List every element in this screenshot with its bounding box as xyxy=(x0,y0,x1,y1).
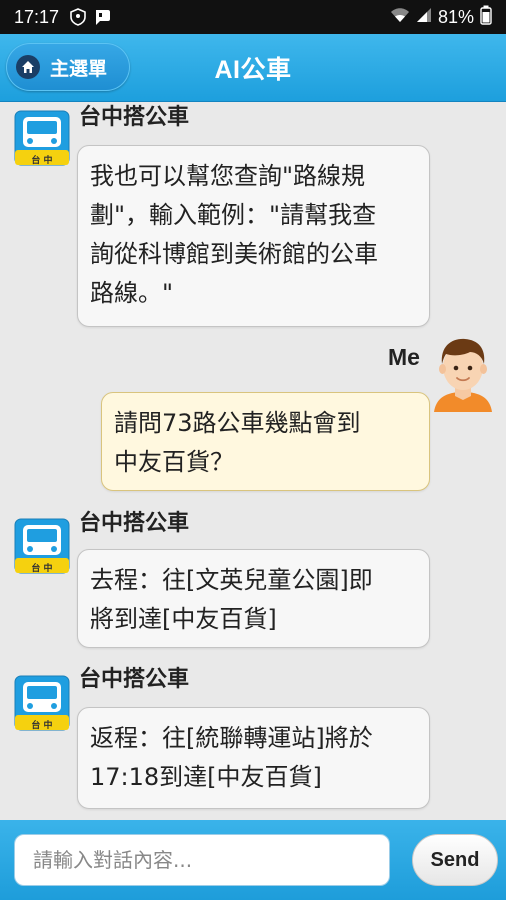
user-name: Me xyxy=(388,344,420,370)
bot-message-bubble: 去程：往[文英兒童公園]即 將到達[中友百貨] xyxy=(77,549,430,648)
bot-name: 台中搭公車 xyxy=(79,667,190,692)
message-input[interactable] xyxy=(14,834,390,886)
bus-avatar-icon: 台 中 xyxy=(14,110,70,166)
user-message-bubble: 請問73路公車幾點會到 中友百貨？ xyxy=(101,392,430,491)
message-line: 我也可以幫您查詢"路線規 xyxy=(90,162,366,190)
message-line: 去程：往[文英兒童公園]即 xyxy=(90,566,373,594)
bot-name: 台中搭公車 xyxy=(79,511,190,536)
page-title: AI公車 xyxy=(214,56,292,84)
shield-icon xyxy=(69,8,87,26)
wifi-icon xyxy=(390,7,410,28)
message-line: 返程：往[統聯轉運站]將於 xyxy=(90,724,373,752)
battery-percent: 81% xyxy=(437,6,474,27)
status-time: 17:17 xyxy=(14,6,60,27)
bus-avatar-icon: 台 中 xyxy=(14,675,70,731)
chat-notification-icon xyxy=(93,8,111,26)
bot-message-bubble: 返程：往[統聯轉運站]將於 17:18到達[中友百貨] xyxy=(77,707,430,809)
bus-avatar-label: 台 中 xyxy=(31,721,53,731)
chat-area[interactable]: 台 中 台中搭公車 我也可以幫您查詢"路線規 劃"，輸入範例："請幫我查 詢從科… xyxy=(0,102,506,820)
bot-name: 台中搭公車 xyxy=(79,105,190,130)
message-line: 請問73路公車幾點會到 xyxy=(114,409,361,437)
bot-message-bubble: 我也可以幫您查詢"路線規 劃"，輸入範例："請幫我查 詢從科博館到美術館的公車 … xyxy=(77,145,430,327)
message-line: 劃"，輸入範例："請幫我查 xyxy=(90,201,377,229)
status-bar: 17:17 81% xyxy=(0,0,506,34)
battery-icon xyxy=(480,5,492,30)
input-bar: Send xyxy=(0,820,506,900)
status-right: 81% xyxy=(390,5,492,30)
user-avatar-icon xyxy=(432,334,494,412)
signal-icon xyxy=(416,7,432,28)
message-line: 路線。" xyxy=(90,279,174,307)
bus-avatar-label: 台 中 xyxy=(31,564,53,574)
app-header: 主選單 AI公車 xyxy=(0,34,506,102)
message-line: 中友百貨？ xyxy=(114,448,234,476)
message-line: 17:18到達[中友百貨] xyxy=(90,763,322,791)
bus-avatar-label: 台 中 xyxy=(31,156,53,166)
send-button[interactable]: Send xyxy=(412,834,498,886)
bus-avatar-icon: 台 中 xyxy=(14,518,70,574)
message-line: 詢從科博館到美術館的公車 xyxy=(90,240,378,268)
message-line: 將到達[中友百貨] xyxy=(90,605,277,633)
